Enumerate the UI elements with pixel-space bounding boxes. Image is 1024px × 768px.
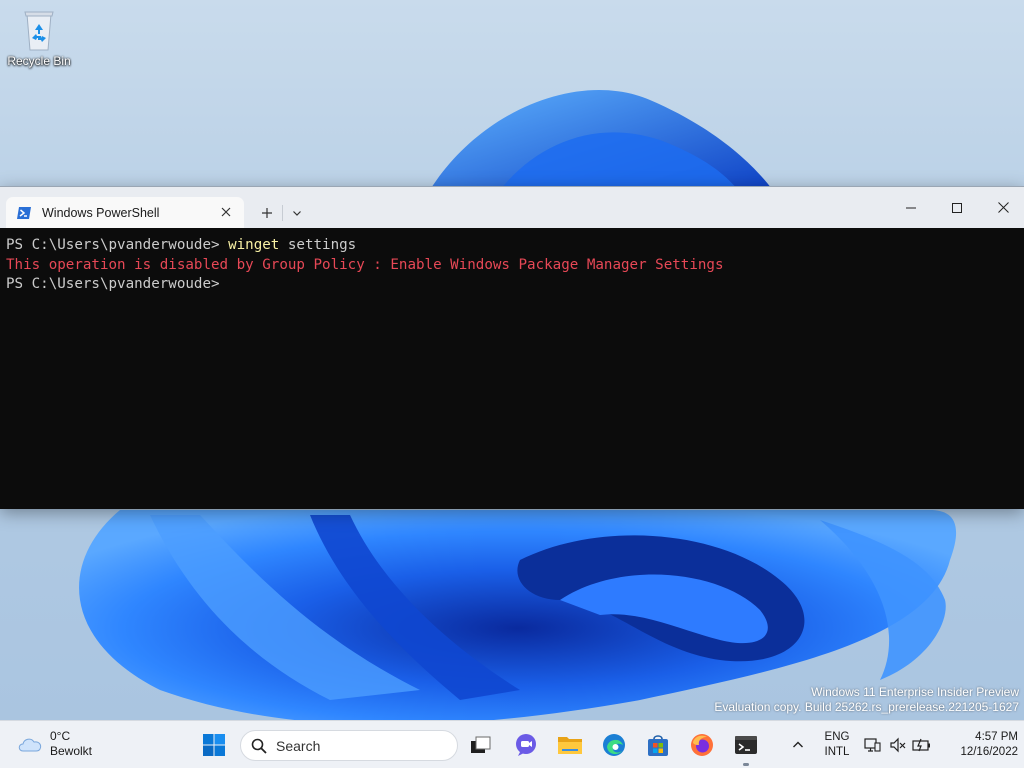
firefox-button[interactable] [686,729,718,761]
new-tab-button[interactable] [255,201,279,225]
weather-widget[interactable]: 0°C Bewolkt [16,729,92,759]
search-icon [251,738,267,754]
console-line: PS C:\Users\pvanderwoude> winget setting… [6,236,1018,256]
active-app-indicator [743,763,749,766]
microsoft-store-button[interactable] [642,729,674,761]
clock-time: 4:57 PM [975,731,1018,743]
start-button[interactable] [198,729,230,761]
taskbar-search-box[interactable]: Search [240,730,458,761]
minimize-icon [906,207,916,208]
file-explorer-button[interactable] [554,729,586,761]
title-bar[interactable]: Windows PowerShell [0,187,1024,228]
evaluation-watermark: Windows 11 Enterprise Insider Preview Ev… [714,685,1019,715]
chevron-down-icon [293,211,301,216]
tab-close-button[interactable] [218,204,234,220]
show-hidden-icons-button[interactable] [782,729,814,761]
tab-windows-powershell[interactable]: Windows PowerShell [6,197,244,228]
toolbar-divider [282,205,283,221]
battery-button[interactable] [908,729,936,761]
close-window-button[interactable] [980,187,1024,228]
weather-temperature: 0°C [50,729,71,743]
taskbar: 0°C Bewolkt Search ENG INTL 4:57 PM 12/1… [0,720,1024,768]
volume-muted-icon [890,737,906,753]
tab-title: Windows PowerShell [42,205,160,220]
folder-icon [558,737,582,754]
network-icon [864,738,881,752]
task-view-button[interactable] [465,729,497,761]
desktop-icon-label: Recycle Bin [7,54,71,68]
console-command: winget [228,237,280,253]
console-prompt: PS C:\Users\pvanderwoude> [6,276,220,292]
store-icon [648,735,668,756]
clock-date: 12/16/2022 [960,746,1018,758]
keyboard-layout: INTL [824,746,850,758]
profile-dropdown-button[interactable] [285,201,309,225]
chevron-up-icon [793,741,803,748]
maximize-icon [952,202,962,213]
powershell-icon [17,206,31,219]
watermark-edition: Windows 11 Enterprise Insider Preview [811,685,1019,699]
terminal-taskbar-button[interactable] [730,729,762,761]
watermark-build: Evaluation copy. Build 25262.rs_prerelea… [714,700,1019,714]
chat-icon [516,734,536,756]
firefox-icon [691,734,713,756]
task-view-icon [471,736,491,753]
minimize-button[interactable] [888,187,934,228]
battery-charging-icon [912,738,930,752]
taskbar-clock[interactable]: 4:57 PM 12/16/2022 [938,730,1018,760]
console-prompt: PS C:\Users\pvanderwoude> [6,237,229,253]
terminal-window[interactable]: Windows PowerShell PS C:\Users\pvanderwo… [0,186,1024,509]
close-icon [221,207,231,217]
terminal-icon [735,736,757,754]
console-args: settings [279,237,357,253]
desktop-icon-recycle-bin[interactable]: Recycle Bin [4,8,74,68]
teams-chat-button[interactable] [510,729,542,761]
edge-browser-button[interactable] [598,729,630,761]
weather-condition: Bewolkt [50,744,93,758]
console-line: PS C:\Users\pvanderwoude> [6,275,1018,295]
search-label: Search [276,737,321,754]
windows-logo-icon [203,734,225,756]
plus-icon [262,208,272,218]
recycle-bin-icon [24,11,54,51]
console-error-line: This operation is disabled by Group Poli… [6,256,724,273]
network-button[interactable] [858,729,886,761]
console-output[interactable]: PS C:\Users\pvanderwoude> winget setting… [0,228,1024,509]
input-language-indicator[interactable]: ENG INTL [818,730,856,760]
language-code: ENG [824,731,850,743]
cloud-icon [18,738,42,752]
edge-icon [603,734,625,756]
close-icon [997,202,1009,213]
maximize-button[interactable] [934,187,980,228]
